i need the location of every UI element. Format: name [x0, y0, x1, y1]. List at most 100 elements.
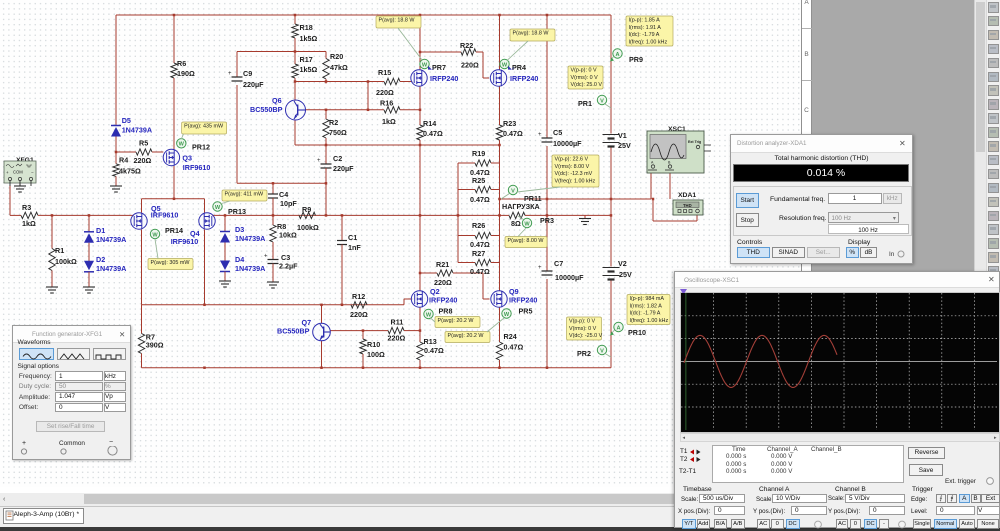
- svg-text:W: W: [502, 62, 508, 68]
- svg-text:Ext Trig: Ext Trig: [688, 140, 701, 144]
- svg-text:R5: R5: [139, 139, 148, 148]
- svg-text:P(avg): 20.2 W: P(avg): 20.2 W: [438, 318, 475, 324]
- svg-text:V(p-p): 0 V: V(p-p): 0 V: [571, 68, 597, 74]
- svg-text:1N4739A: 1N4739A: [235, 264, 265, 273]
- svg-text:BC550BP: BC550BP: [277, 327, 310, 336]
- svg-text:C4: C4: [279, 190, 288, 199]
- svg-text:+: +: [538, 132, 542, 138]
- svg-text:220µF: 220µF: [243, 80, 264, 89]
- svg-text:1k5Ω: 1k5Ω: [300, 65, 318, 74]
- svg-text:R9: R9: [302, 205, 311, 214]
- svg-text:IRF9610: IRF9610: [151, 211, 179, 220]
- svg-text:R1: R1: [55, 246, 64, 255]
- svg-text:R26: R26: [472, 221, 485, 230]
- svg-text:D1: D1: [96, 226, 105, 235]
- svg-text:R21: R21: [436, 260, 449, 269]
- svg-text:R27: R27: [472, 249, 485, 258]
- svg-text:220Ω: 220Ω: [461, 61, 479, 70]
- svg-text:R2: R2: [329, 118, 338, 127]
- svg-text:V(rms): 0 V: V(rms): 0 V: [569, 326, 597, 332]
- svg-text:R25: R25: [472, 176, 485, 185]
- svg-text:W: W: [422, 62, 428, 68]
- svg-text:W: W: [152, 232, 158, 238]
- svg-text:THD: THD: [683, 203, 692, 208]
- svg-text:+: +: [264, 254, 268, 260]
- svg-text:750Ω: 750Ω: [329, 128, 347, 137]
- svg-text:C9: C9: [243, 69, 252, 78]
- svg-text:+: +: [317, 158, 321, 164]
- svg-text:IRFP240: IRFP240: [429, 296, 457, 305]
- svg-text:R3: R3: [22, 203, 31, 212]
- svg-text:0.47Ω: 0.47Ω: [470, 267, 490, 276]
- svg-text:8Ω: 8Ω: [511, 219, 521, 228]
- svg-text:C7: C7: [554, 259, 563, 268]
- svg-text:P(avg): 435 mW: P(avg): 435 mW: [184, 124, 224, 130]
- svg-text:R18: R18: [300, 23, 313, 32]
- svg-text:P(avg): 18.8 W: P(avg): 18.8 W: [379, 18, 416, 24]
- svg-text:390Ω: 390Ω: [146, 341, 164, 350]
- svg-text:0.47Ω: 0.47Ω: [470, 195, 490, 204]
- svg-text:C2: C2: [333, 154, 342, 163]
- svg-text:25V: 25V: [619, 270, 632, 279]
- svg-text:P(avg): 411 mW: P(avg): 411 mW: [225, 192, 264, 198]
- svg-text:4k75Ω: 4k75Ω: [119, 167, 141, 176]
- svg-text:1kΩ: 1kΩ: [22, 219, 36, 228]
- svg-text:W: W: [179, 142, 185, 148]
- svg-text:PR1: PR1: [578, 99, 592, 108]
- svg-text:1nF: 1nF: [348, 243, 361, 252]
- svg-text:0.47Ω: 0.47Ω: [504, 343, 524, 352]
- svg-text:10000µF: 10000µF: [555, 273, 584, 282]
- svg-text:0.47Ω: 0.47Ω: [503, 129, 523, 138]
- svg-text:PR12: PR12: [192, 143, 210, 152]
- svg-text:R10: R10: [367, 340, 380, 349]
- svg-text:R24: R24: [504, 332, 517, 341]
- svg-text:W: W: [524, 221, 530, 227]
- svg-text:R19: R19: [472, 149, 485, 158]
- svg-text:V(rms): 8.00 V: V(rms): 8.00 V: [555, 164, 590, 170]
- svg-text:PR10: PR10: [628, 328, 646, 337]
- svg-text:D5: D5: [122, 116, 131, 125]
- svg-text:100Ω: 100Ω: [367, 350, 385, 359]
- svg-text:25V: 25V: [618, 141, 631, 150]
- svg-text:1N4739A: 1N4739A: [235, 234, 265, 243]
- svg-text:R11: R11: [391, 318, 404, 327]
- svg-text:V2: V2: [618, 259, 627, 268]
- svg-text:C1: C1: [348, 233, 357, 242]
- svg-text:НАГРУЗКА: НАГРУЗКА: [502, 202, 540, 211]
- svg-text:R22: R22: [460, 41, 473, 50]
- svg-text:+: +: [6, 170, 9, 175]
- svg-text:P(avg): 20.2 W: P(avg): 20.2 W: [448, 333, 485, 339]
- svg-text:I(p-p): 1.85 A: I(p-p): 1.85 A: [629, 18, 661, 24]
- svg-text:R15: R15: [378, 68, 391, 77]
- svg-text:I(p-p): 984 mA: I(p-p): 984 mA: [630, 296, 665, 302]
- svg-text:A: A: [615, 52, 619, 58]
- svg-text:PR5: PR5: [519, 307, 533, 316]
- svg-text:R13: R13: [424, 337, 437, 346]
- svg-text:W: W: [504, 312, 510, 318]
- svg-text:R20: R20: [330, 52, 343, 61]
- svg-text:1kΩ: 1kΩ: [382, 117, 396, 126]
- svg-text:I(freq): 1.00 kHz: I(freq): 1.00 kHz: [629, 40, 668, 46]
- svg-text:XDA1: XDA1: [678, 192, 696, 199]
- svg-text:PR13: PR13: [228, 207, 246, 216]
- svg-text:R23: R23: [503, 119, 516, 128]
- svg-text:W: W: [215, 205, 221, 211]
- svg-text:PR7: PR7: [432, 63, 446, 72]
- svg-text:R17: R17: [300, 55, 313, 64]
- svg-text:IRF9610: IRF9610: [183, 163, 211, 172]
- svg-text:C5: C5: [553, 128, 562, 137]
- svg-text:0.47Ω: 0.47Ω: [470, 240, 490, 249]
- svg-text:1N4739A: 1N4739A: [96, 264, 126, 273]
- svg-text:1k5Ω: 1k5Ω: [300, 34, 318, 43]
- svg-text:220Ω: 220Ω: [350, 310, 368, 319]
- svg-text:PR9: PR9: [629, 55, 643, 64]
- svg-text:R4: R4: [119, 156, 128, 165]
- svg-text:220Ω: 220Ω: [134, 156, 152, 165]
- svg-text:D4: D4: [235, 255, 244, 264]
- svg-text:D2: D2: [96, 255, 105, 264]
- svg-text:I(dc): -1.79 A: I(dc): -1.79 A: [629, 32, 660, 38]
- svg-text:D3: D3: [235, 225, 244, 234]
- svg-text:220µF: 220µF: [333, 164, 354, 173]
- svg-text:PR8: PR8: [439, 307, 453, 316]
- svg-text:220Ω: 220Ω: [388, 334, 406, 343]
